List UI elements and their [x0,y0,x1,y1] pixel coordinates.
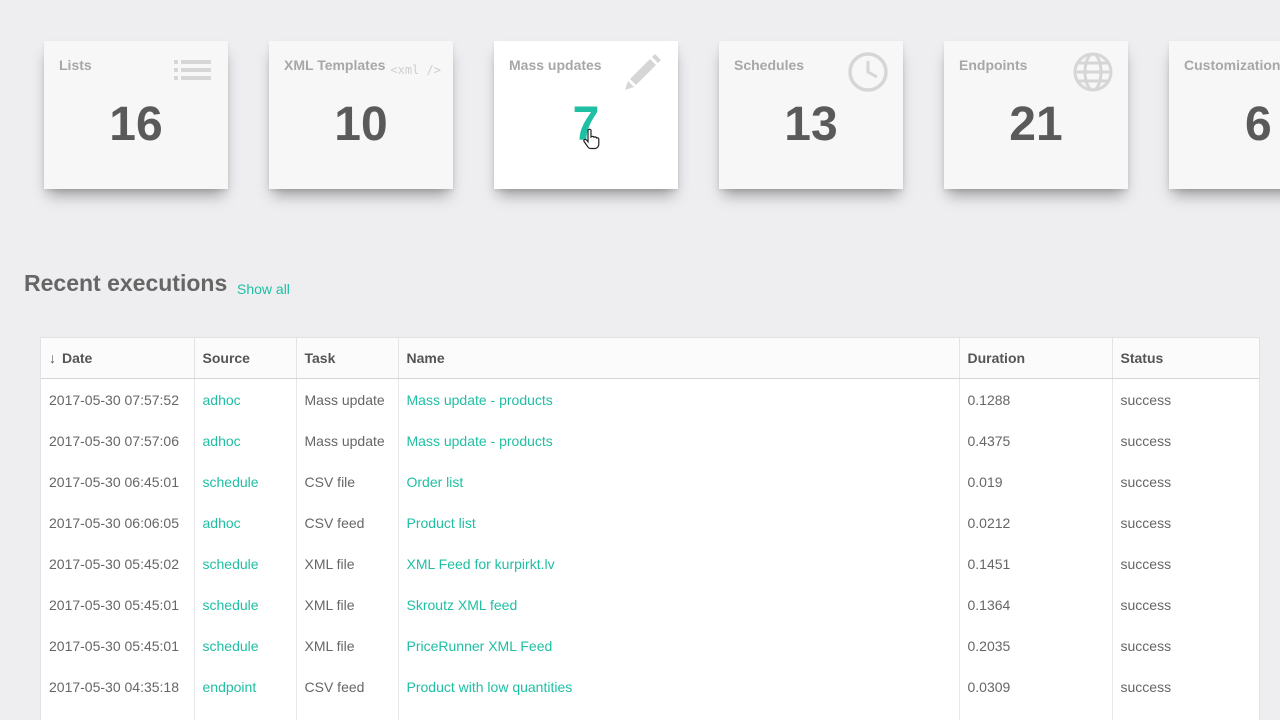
cell-source-link[interactable]: adhoc [194,420,297,461]
card-lists[interactable]: Lists 16 [44,41,228,189]
cell-duration: 0.1451 [959,543,1113,584]
table-header-row: ↓ Date Source Task Name Duration Status [41,338,1259,379]
list-icon [172,51,214,93]
executions-table: ↓ Date Source Task Name Duration Status 2… [40,337,1260,720]
cell-date: 2017-05-30 06:06:05 [41,502,195,543]
card-title: Mass updates [509,57,602,73]
cell-status: success [1120,391,1172,408]
cell-duration: 0.0212 [959,502,1113,543]
show-all-link[interactable]: Show all [237,281,290,297]
cell-source-link[interactable]: adhoc [194,378,297,420]
cell-name-link[interactable]: PriceRunner XML Feed [398,625,960,666]
cell-name-link[interactable]: XML Feed for kurpirkt.lv [398,543,960,584]
cell-status: success [1120,514,1172,531]
column-header-task[interactable]: Task [296,338,399,379]
table-row: 2017-05-30 04:35:18 endpoint CSV feed Pr… [41,666,1259,707]
cell-name-link[interactable]: Mass update - products [398,420,960,461]
cell-name-link[interactable]: Product list [398,502,960,543]
table-row: 2017-05-30 05:45:01 schedule XML file Pr… [41,625,1259,666]
card-customization[interactable]: Customization 6 [1169,41,1280,189]
cell-status: success [1120,637,1172,654]
table-row: 2017-05-30 06:06:05 adhoc CSV feed Produ… [41,502,1259,543]
cell-name-link[interactable]: Order list [398,461,960,502]
cell-status: success [1120,432,1172,449]
cell-name-link[interactable]: Product with low quantities [398,666,960,707]
cell-date: 2017-05-30 04:35:18 [41,666,195,707]
cell-duration: 0.2035 [959,625,1113,666]
cell-source-link[interactable]: endpoint [194,666,297,707]
cell-duration: 0.1288 [959,378,1113,420]
cell-date: 2017-05-30 05:45:01 [41,625,195,666]
cell-duration [959,707,1113,720]
cell-source-link[interactable]: schedule [194,584,297,625]
card-count: 10 [334,98,388,151]
column-header-name[interactable]: Name [398,338,960,379]
cell-duration: 0.4375 [959,420,1113,461]
cell-duration: 0.0309 [959,666,1113,707]
recent-executions-title: Recent executions [24,270,228,296]
cell-status: success [1120,596,1172,613]
cell-date: 2017-05-30 05:45:02 [41,543,195,584]
cell-name-link[interactable] [398,707,960,720]
cell-source-link[interactable]: schedule [194,625,297,666]
cell-task: Mass update [296,420,399,461]
xml-icon: <xml /> [390,63,441,77]
card-title: Lists [59,57,92,73]
table-row: 2017-05-30 05:45:02 schedule XML file XM… [41,543,1259,584]
cell-date: 2017-05-30 05:45:01 [41,584,195,625]
cell-date [41,707,195,720]
cell-task: XML file [296,625,399,666]
column-header-duration[interactable]: Duration [959,338,1113,379]
card-count: 7 [572,98,600,151]
column-header-status[interactable]: Status [1112,338,1259,379]
column-header-source[interactable]: Source [194,338,297,379]
cell-status: success [1120,473,1172,490]
cell-status: success [1120,555,1172,572]
cell-task: XML file [296,543,399,584]
cell-duration: 0.019 [959,461,1113,502]
table-row: 2017-05-30 07:57:52 adhoc Mass update Ma… [41,378,1259,420]
cell-name-link[interactable]: Mass update - products [398,378,960,420]
table-row: 2017-05-30 06:45:01 schedule CSV file Or… [41,461,1259,502]
table-row: 2017-05-30 05:45:01 schedule XML file Sk… [41,584,1259,625]
card-xml-templates[interactable]: XML Templates <xml /> 10 [269,41,453,189]
cell-task: CSV feed [296,502,399,543]
cell-source-link[interactable] [194,707,297,720]
clock-icon [847,51,889,93]
cell-date: 2017-05-30 06:45:01 [41,461,195,502]
dashboard-page: Lists 16 XML Templates <xml /> 10 Mass u… [0,0,1280,720]
cell-source-link[interactable]: schedule [194,461,297,502]
card-title: Endpoints [959,57,1028,73]
cell-date: 2017-05-30 07:57:52 [41,378,195,420]
cell-source-link[interactable]: schedule [194,543,297,584]
card-schedules[interactable]: Schedules 13 [719,41,903,189]
cell-task: Mass update [296,378,399,420]
card-count: 13 [784,98,838,151]
table-row: 2017-05-30 07:57:06 adhoc Mass update Ma… [41,420,1259,461]
card-title: Schedules [734,57,805,73]
cell-task [296,707,399,720]
card-endpoints[interactable]: Endpoints 21 [944,41,1128,189]
table-row-partial [41,707,1259,720]
column-header-date[interactable]: ↓ Date [41,338,195,379]
pencil-icon [622,51,664,93]
card-title: XML Templates [284,57,386,73]
cell-duration: 0.1364 [959,584,1113,625]
card-count: 6 [1245,98,1272,151]
cell-name-link[interactable]: Skroutz XML feed [398,584,960,625]
cell-source-link[interactable]: adhoc [194,502,297,543]
cell-task: CSV feed [296,666,399,707]
cell-task: XML file [296,584,399,625]
cell-task: CSV file [296,461,399,502]
sort-desc-icon: ↓ [49,350,56,366]
card-count: 21 [1009,98,1063,151]
cell-status [1112,707,1259,720]
card-mass-updates[interactable]: Mass updates 7 [494,41,678,189]
cell-status: success [1120,678,1172,695]
card-count: 16 [109,98,163,151]
globe-icon [1072,51,1114,93]
cell-date: 2017-05-30 07:57:06 [41,420,195,461]
card-title: Customization [1184,57,1280,73]
